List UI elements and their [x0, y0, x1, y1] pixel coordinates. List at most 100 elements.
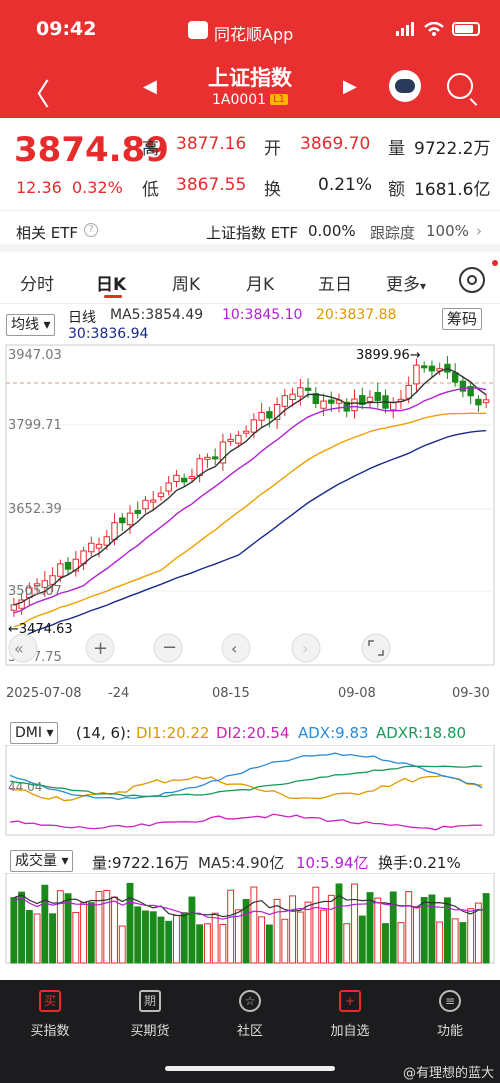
- volume-value: 量:9722.16万: [92, 854, 190, 872]
- candle: [297, 387, 304, 397]
- dmi-chart[interactable]: 44.04: [0, 745, 500, 837]
- candle: [289, 393, 296, 401]
- volume-bar: [18, 891, 26, 964]
- y-tick-2: 3799.71: [8, 418, 62, 433]
- candle: [258, 411, 265, 421]
- volume-bar: [420, 897, 428, 964]
- nav-buy-index[interactable]: 买买指数: [10, 990, 90, 1039]
- volume-bar: [320, 909, 327, 964]
- dmi-adx: ADX:9.83: [298, 724, 369, 742]
- volume-bar: [351, 883, 358, 964]
- candle: [250, 419, 258, 433]
- candle: [188, 475, 196, 479]
- dmi-di2: DI2:20.54: [216, 724, 290, 742]
- candle: [451, 372, 459, 383]
- volume-bar: [250, 886, 258, 964]
- ma-select[interactable]: 均线 ▾: [6, 314, 56, 336]
- candle: [204, 456, 211, 460]
- dmi-line: [9, 774, 483, 802]
- status-time: 09:42: [36, 18, 97, 40]
- search-icon[interactable]: [447, 73, 473, 99]
- volume-bar: [227, 889, 235, 964]
- tab-daily-k[interactable]: 日K: [96, 270, 126, 295]
- dmi-params: (14, 6):: [76, 724, 131, 742]
- candle: [103, 536, 110, 546]
- candle: [157, 492, 165, 498]
- tab-intraday[interactable]: 分时: [20, 270, 54, 295]
- next-stock-button[interactable]: ▶: [343, 76, 357, 97]
- tab-more[interactable]: 更多▾: [386, 270, 426, 295]
- dmi-line: [9, 752, 483, 801]
- open-label: 开: [264, 139, 281, 159]
- volume-bar: [118, 925, 126, 964]
- date-tick: -24: [108, 686, 130, 701]
- turnover-label: 换: [264, 180, 281, 200]
- nav-add-watchlist[interactable]: + 加自选: [310, 990, 390, 1039]
- tab-weekly-k[interactable]: 周K: [172, 270, 200, 295]
- candle: [150, 499, 157, 503]
- chip-distribution-button[interactable]: 筹码: [442, 308, 483, 330]
- related-etf-row[interactable]: 相关 ETF ? 上证指数 ETF 0.00% 跟踪度 100% ›: [0, 210, 500, 252]
- turnover-value: 0.21%: [318, 175, 373, 195]
- assistant-robot-icon[interactable]: [389, 70, 421, 102]
- indicator-select-dmi[interactable]: DMI ▾: [10, 722, 59, 744]
- tab-more-label: 更多: [386, 275, 420, 295]
- dmi-legend: DMI ▾ (14, 6): DI1:20.22 DI2:20.54 ADX:9…: [0, 720, 500, 746]
- volume-chart[interactable]: [0, 873, 500, 973]
- volume-bar: [188, 896, 196, 964]
- volume-bar: [157, 916, 165, 964]
- kline-chart[interactable]: 3947.03 3799.71 3652.39 3505.07 3357.75 …: [0, 343, 500, 683]
- candle: [390, 402, 397, 411]
- chevron-right-icon: ›: [302, 639, 308, 658]
- notification-dot: [492, 260, 498, 266]
- candle: [281, 395, 289, 407]
- volume-bar: [87, 902, 95, 964]
- indicator-select-volume[interactable]: 成交量 ▾: [10, 850, 74, 872]
- community-icon: ☆: [239, 990, 261, 1012]
- nav-buy-futures[interactable]: 期买期货: [110, 990, 190, 1039]
- volume-bar: [482, 893, 490, 964]
- track-label: 跟踪度: [370, 224, 416, 242]
- candle: [304, 387, 312, 391]
- volume-bar: [312, 886, 320, 964]
- tab-monthly-k[interactable]: 月K: [246, 270, 274, 295]
- low-value: 3867.55: [176, 175, 247, 195]
- volume-bar: [219, 923, 227, 964]
- nav-label: 功能: [436, 1024, 463, 1039]
- candle: [320, 400, 327, 409]
- candle: [142, 499, 149, 510]
- candle: [95, 543, 103, 549]
- buy-icon: 买: [39, 990, 61, 1012]
- date-axis: 2025-07-08 -24 08-15 09-08 09-30: [0, 686, 500, 706]
- volume-bar: [474, 902, 482, 964]
- nav-label: 买指数: [30, 1024, 70, 1039]
- price-change: 12.36 0.32%: [16, 178, 123, 197]
- futures-icon: 期: [139, 990, 161, 1012]
- y-tick-4: 3505.07: [8, 584, 62, 599]
- nav-functions[interactable]: ≡ 功能: [410, 990, 490, 1039]
- volume-label: 量: [388, 139, 405, 159]
- candle: [64, 561, 72, 570]
- nav-community[interactable]: ☆ 社区: [210, 990, 290, 1039]
- settings-gear-icon[interactable]: [459, 267, 485, 293]
- help-icon[interactable]: ?: [84, 223, 98, 237]
- volume-bar: [10, 897, 18, 964]
- nav-label: 社区: [236, 1024, 263, 1039]
- fullscreen-button: [361, 633, 391, 663]
- volume-turnover: 换手:0.21%: [378, 854, 461, 872]
- volume-bar: [25, 910, 33, 964]
- tab-five-day[interactable]: 五日: [318, 270, 352, 295]
- volume-bar: [451, 918, 459, 964]
- y-tick-3: 3652.39: [8, 502, 62, 517]
- candle: [266, 411, 273, 419]
- dmi-adxr: ADXR:18.80: [376, 724, 467, 742]
- dmi-di1: DI1:20.22: [136, 724, 210, 742]
- volume-value: 9722.2万: [414, 139, 491, 159]
- volume-bar: [103, 889, 111, 964]
- candle: [413, 364, 420, 385]
- wifi-icon: [424, 22, 444, 36]
- candle: [459, 380, 467, 392]
- track-value: 100%: [426, 222, 469, 240]
- page-title: 上证指数: [208, 66, 292, 90]
- ma-select-label: 均线: [11, 317, 39, 333]
